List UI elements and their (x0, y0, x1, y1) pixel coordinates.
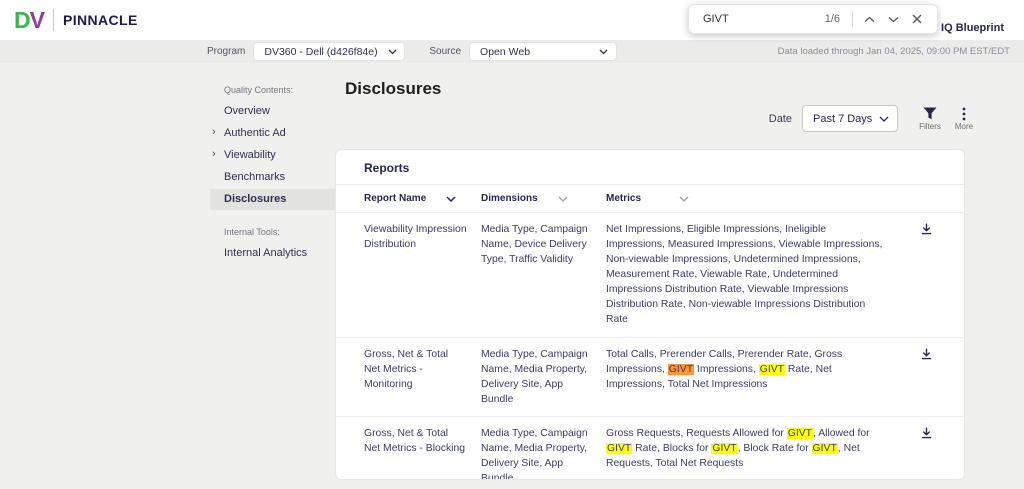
find-match: GIVT (812, 443, 838, 454)
chevron-up-icon (864, 16, 875, 23)
metrics-cell: Total Calls, Prerender Calls, Prerender … (606, 347, 912, 392)
download-icon (920, 428, 933, 443)
sidebar-section-internal-tools: Internal Tools: (210, 221, 340, 243)
column-header-dimensions[interactable]: Dimensions (481, 193, 606, 204)
find-previous-button[interactable] (857, 7, 881, 31)
sort-chevron-icon (446, 196, 456, 202)
report-name-cell: Gross, Net & Total Net Metrics - Monitor… (364, 347, 481, 392)
dv-logo-mark: DV (14, 7, 44, 34)
column-header-report-name[interactable]: Report Name (364, 193, 481, 204)
sidebar-item-label: Authentic Ad (224, 127, 286, 139)
find-match-count: 1/6 (825, 13, 840, 25)
date-range-value: Past 7 Days (813, 113, 872, 125)
dv-pinnacle-logo[interactable]: DV PINNACLE (14, 7, 138, 34)
program-label: Program (207, 46, 245, 57)
download-icon (920, 349, 933, 364)
chevron-down-icon (879, 113, 889, 125)
sort-chevron-icon (679, 196, 689, 202)
chevron-down-icon (888, 16, 899, 23)
column-header-metrics[interactable]: Metrics (606, 193, 912, 204)
close-icon (912, 14, 922, 24)
chevron-right-icon[interactable]: › (212, 148, 216, 161)
find-match: GIVT (787, 428, 813, 439)
sort-chevron-icon (558, 196, 568, 202)
reports-table-header: Report Name Dimensions Metrics (336, 185, 964, 213)
table-row[interactable]: Gross, Net & Total Net Metrics - Monitor… (336, 338, 964, 417)
sidebar-item-viewability[interactable]: › Viewability (210, 145, 340, 166)
find-divider (852, 11, 853, 27)
reports-card: Reports Report Name Dimensions Metrics V… (335, 149, 965, 480)
download-report-button[interactable] (912, 222, 940, 237)
page-body: Quality Contents: Overview›Authentic Ad›… (0, 63, 1024, 489)
sidebar-item-internal-analytics[interactable]: Internal Analytics (210, 243, 340, 264)
find-match: GIVT (759, 364, 785, 375)
chevron-down-icon (388, 46, 397, 58)
sidebar-internal-list: Internal Analytics (210, 243, 340, 264)
sidebar-item-overview[interactable]: Overview (210, 101, 340, 122)
reports-table-body: Viewability Impression Distribution Medi… (336, 213, 964, 480)
sidebar-item-benchmarks[interactable]: Benchmarks (210, 167, 340, 188)
download-report-button[interactable] (912, 426, 940, 441)
logo-divider (53, 9, 54, 31)
report-name-cell: Viewability Impression Distribution (364, 222, 481, 252)
sidebar-section-quality-contents: Quality Contents: (210, 79, 340, 101)
report-controls: Date Past 7 Days Filters More (769, 105, 978, 132)
source-label: Source (429, 46, 461, 57)
table-row[interactable]: Gross, Net & Total Net Metrics - Blockin… (336, 417, 964, 480)
source-select[interactable]: Open Web (469, 42, 617, 61)
date-label: Date (769, 113, 792, 125)
sidebar-item-label: Internal Analytics (224, 247, 307, 259)
sidebar-item-label: Disclosures (224, 193, 286, 205)
find-in-page-bar[interactable]: GIVT 1/6 (688, 4, 938, 34)
find-query-input[interactable]: GIVT (703, 13, 825, 25)
report-name-cell: Gross, Net & Total Net Metrics - Blockin… (364, 426, 481, 456)
sidebar: Quality Contents: Overview›Authentic Ad›… (210, 79, 340, 265)
more-button[interactable]: More (950, 106, 978, 131)
filters-caption: Filters (919, 122, 941, 131)
nav-item-iq-blueprint[interactable]: IQ Blueprint (941, 22, 1004, 34)
find-match-current: GIVT (668, 364, 694, 375)
find-close-button[interactable] (905, 7, 929, 31)
sidebar-item-authentic-ad[interactable]: › Authentic Ad (210, 123, 340, 144)
chevron-down-icon (599, 46, 608, 58)
sidebar-item-label: Overview (224, 105, 270, 117)
sidebar-item-label: Viewability (224, 149, 276, 161)
table-row[interactable]: Viewability Impression Distribution Medi… (336, 213, 964, 338)
find-next-button[interactable] (881, 7, 905, 31)
sidebar-item-disclosures[interactable]: Disclosures (210, 189, 340, 210)
dimensions-cell: Media Type, Campaign Name, Media Propert… (481, 426, 606, 480)
brand-name: PINNACLE (63, 12, 138, 28)
data-loaded-status: Data loaded through Jan 04, 2025, 09:00 … (778, 46, 1010, 57)
filter-funnel-icon (923, 106, 937, 121)
download-report-button[interactable] (912, 347, 940, 362)
find-match: GIVT (711, 443, 737, 454)
metrics-cell: Gross Requests, Requests Allowed for GIV… (606, 426, 912, 471)
filters-button[interactable]: Filters (916, 106, 944, 131)
context-toolbar: Program DV360 - Dell (d426f84e) Source O… (0, 40, 1024, 63)
program-value: DV360 - Dell (d426f84e) (264, 46, 377, 58)
reports-card-title: Reports (336, 150, 964, 185)
program-select[interactable]: DV360 - Dell (d426f84e) (253, 42, 405, 61)
chevron-right-icon[interactable]: › (212, 126, 216, 139)
more-caption: More (955, 122, 973, 131)
more-vertical-dots-icon (962, 106, 966, 121)
sidebar-quality-list: Overview › Authentic Ad › Viewability Benchma… (210, 101, 340, 210)
date-range-select[interactable]: Past 7 Days (802, 105, 898, 132)
pinnacle-app: DV PINNACLE Home IQ Blueprint GIVT 1/6 P… (0, 0, 1024, 489)
metrics-cell: Net Impressions, Eligible Impressions, I… (606, 222, 912, 328)
dimensions-cell: Media Type, Campaign Name, Device Delive… (481, 222, 606, 267)
dimensions-cell: Media Type, Campaign Name, Media Propert… (481, 347, 606, 407)
sidebar-item-label: Benchmarks (224, 171, 285, 183)
page-title: Disclosures (345, 79, 441, 99)
find-match: GIVT (606, 443, 632, 454)
download-icon (920, 224, 933, 239)
source-value: Open Web (480, 46, 530, 58)
